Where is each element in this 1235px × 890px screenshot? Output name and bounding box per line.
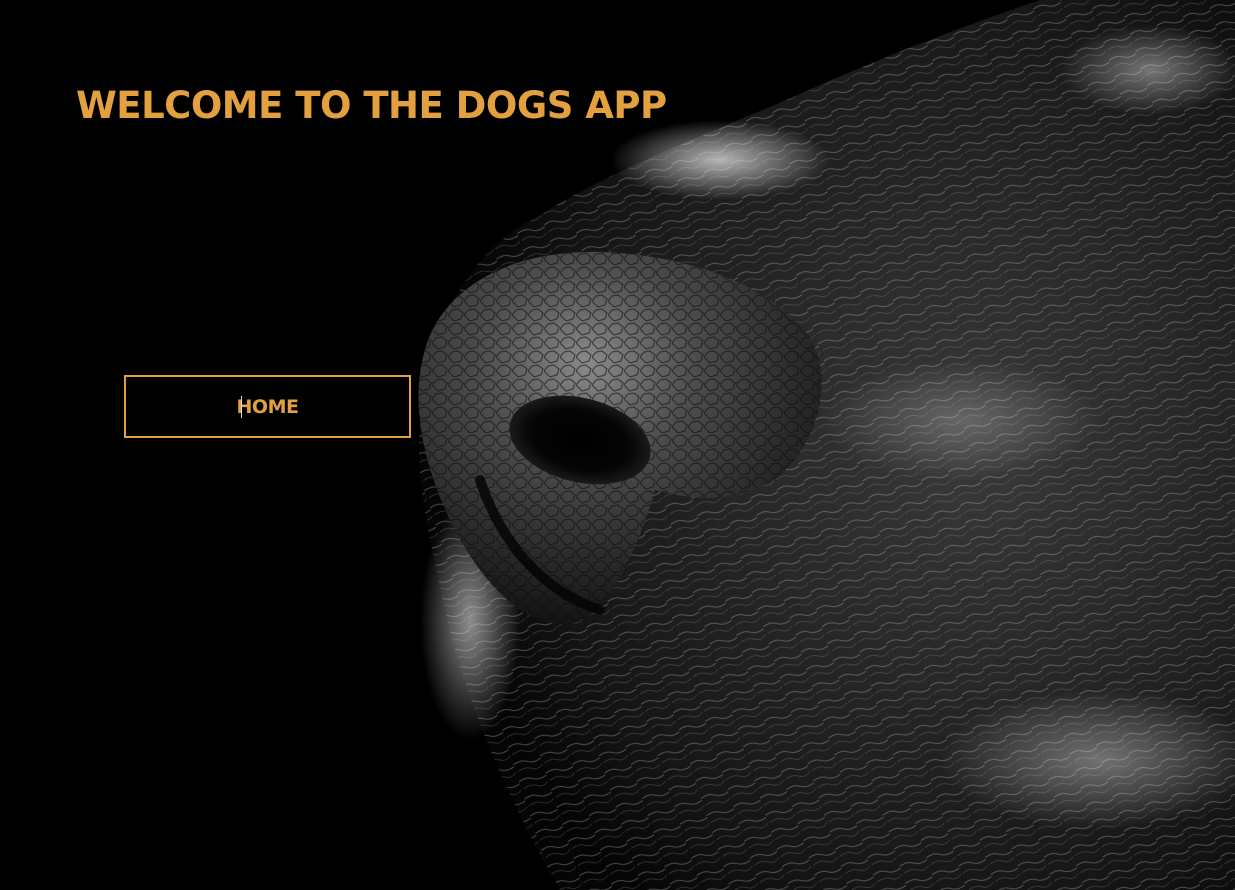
home-button[interactable]: HOME <box>124 375 411 438</box>
dog-nose-photo <box>0 0 1235 890</box>
home-button-label: HOME <box>236 395 299 418</box>
landing-page: WELCOME TO THE DOGS APP HOME <box>0 0 1235 890</box>
page-title: WELCOME TO THE DOGS APP <box>76 84 667 127</box>
text-cursor <box>241 396 242 418</box>
